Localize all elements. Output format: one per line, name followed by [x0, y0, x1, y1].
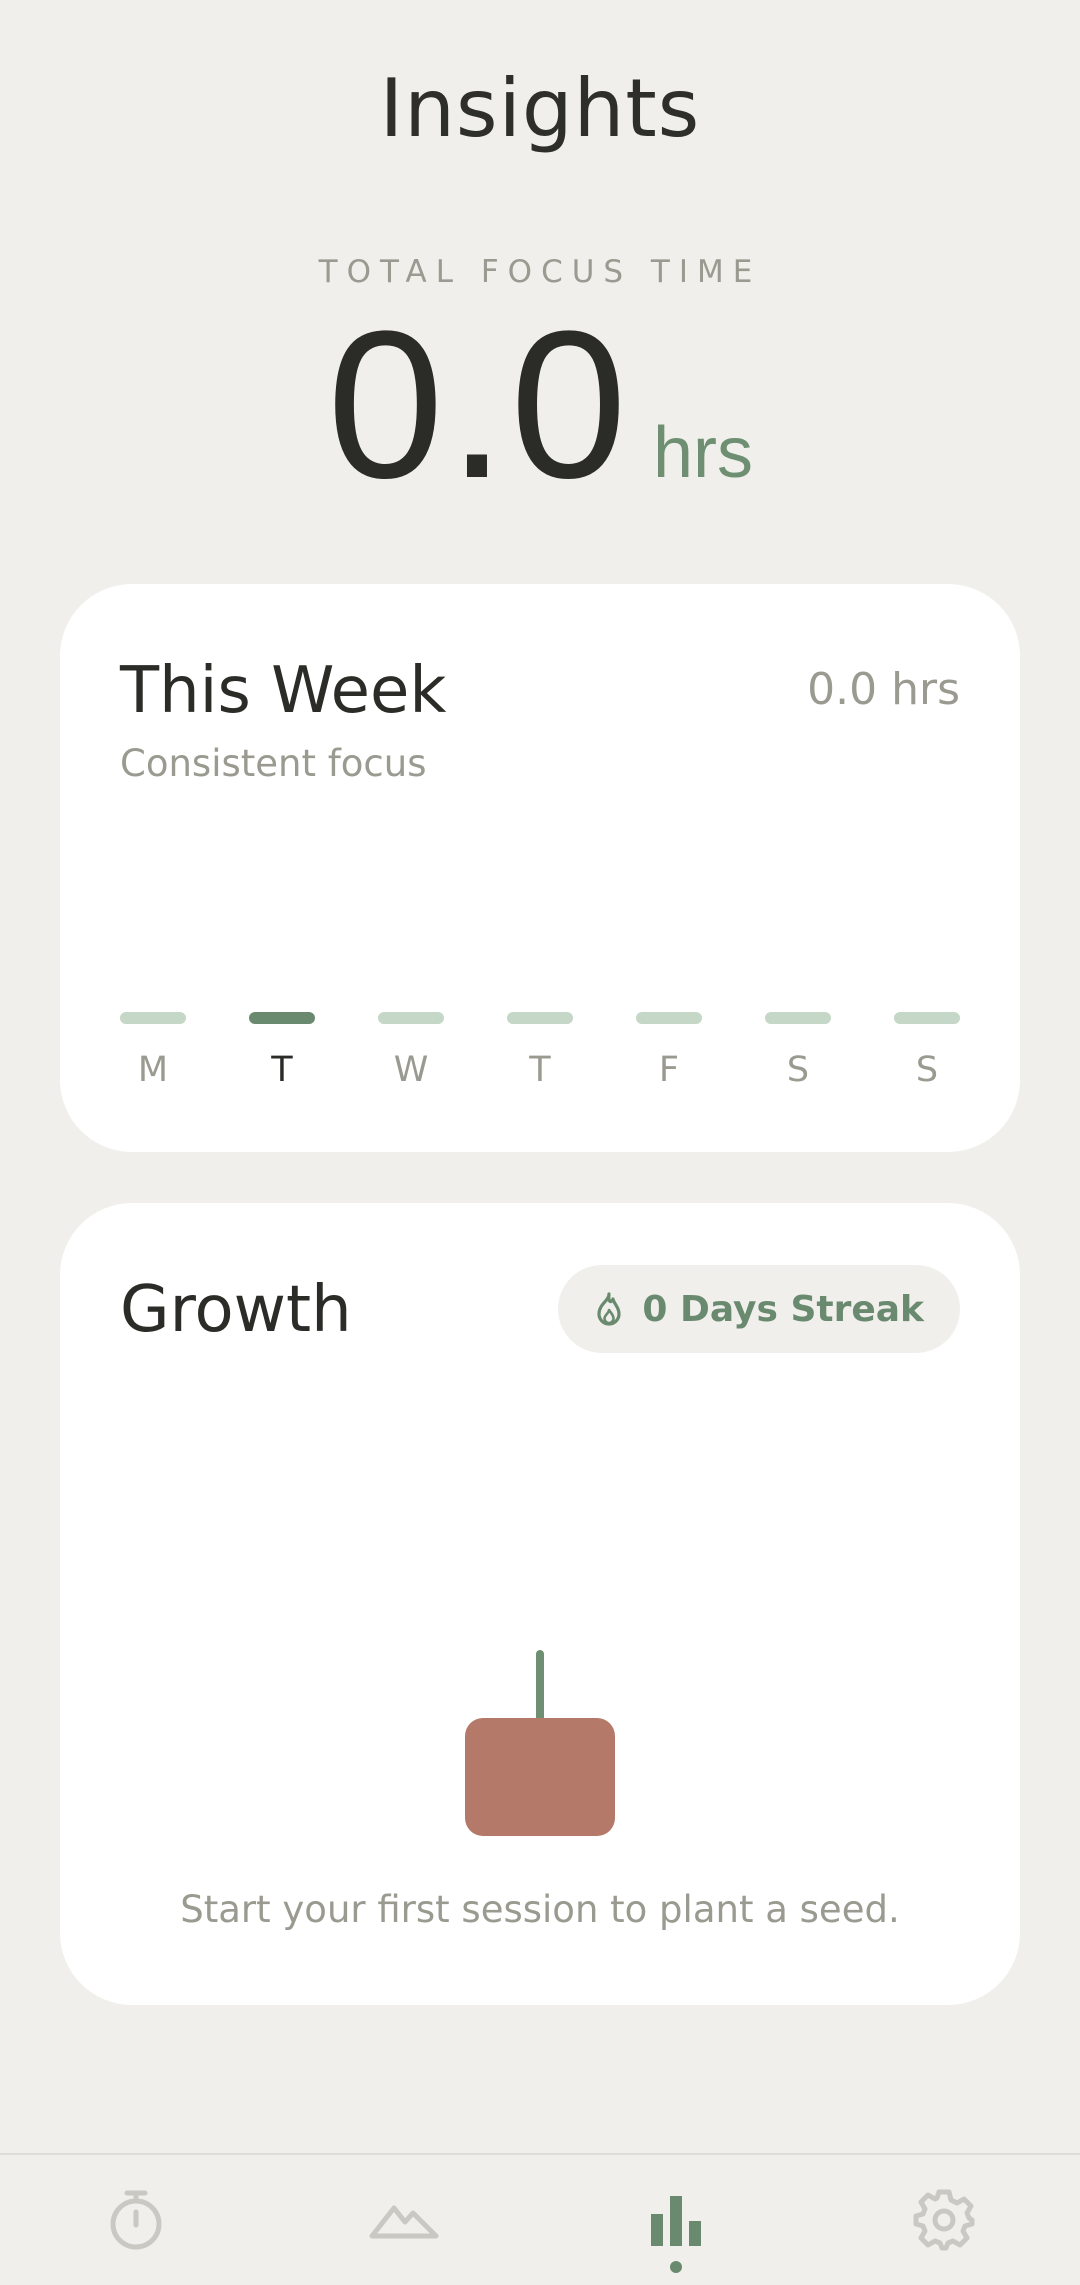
nav-timer[interactable]	[96, 2185, 176, 2255]
plant-pot-illustration	[465, 1650, 615, 1836]
nav-garden[interactable]	[364, 2185, 444, 2255]
growth-card: Growth 0 Days Streak Start your first se…	[60, 1203, 1020, 2005]
day-bar	[378, 1012, 444, 1024]
day-label: F	[658, 1050, 680, 1090]
weekday-bars: M T W T F S S	[120, 1012, 960, 1090]
this-week-card: This Week Consistent focus 0.0 hrs M T W…	[60, 584, 1020, 1152]
day-monday: M	[120, 1012, 186, 1090]
day-wednesday: W	[378, 1012, 444, 1090]
total-focus-value: 0.0	[327, 287, 631, 522]
day-tuesday: T	[249, 1012, 315, 1090]
page-title: Insights	[379, 62, 701, 155]
day-bar	[894, 1012, 960, 1024]
nav-insights[interactable]	[636, 2185, 716, 2255]
stopwatch-icon	[110, 2190, 162, 2250]
streak-badge: 0 Days Streak	[558, 1265, 960, 1353]
plant-pot	[465, 1718, 615, 1836]
day-friday: F	[636, 1012, 702, 1090]
day-label: M	[137, 1050, 169, 1090]
day-label: W	[393, 1050, 429, 1090]
this-week-title: This Week	[120, 654, 447, 728]
day-label: S	[915, 1050, 939, 1090]
total-focus-display: 0.0 hrs	[0, 300, 1080, 510]
this-week-subtitle: Consistent focus	[120, 742, 427, 785]
gear-icon	[913, 2189, 975, 2251]
day-thursday: T	[507, 1012, 573, 1090]
day-label: T	[529, 1050, 551, 1090]
plant-stem	[536, 1650, 544, 1722]
day-label: S	[786, 1050, 810, 1090]
day-bar-active	[249, 1012, 315, 1024]
growth-title: Growth	[120, 1273, 352, 1347]
streak-text: 0 Days Streak	[642, 1288, 924, 1330]
this-week-total: 0.0 hrs	[807, 664, 960, 715]
mountain-icon	[369, 2205, 439, 2239]
total-focus-label: TOTAL FOCUS TIME	[318, 254, 762, 290]
bar-chart-icon	[651, 2196, 701, 2246]
day-bar	[765, 1012, 831, 1024]
day-saturday: S	[765, 1012, 831, 1090]
total-focus-unit: hrs	[652, 413, 753, 493]
day-sunday: S	[894, 1012, 960, 1090]
day-bar	[636, 1012, 702, 1024]
nav-settings[interactable]	[904, 2185, 984, 2255]
growth-caption: Start your first session to plant a seed…	[180, 1888, 900, 1931]
day-label-active: T	[271, 1050, 293, 1090]
day-bar	[120, 1012, 186, 1024]
day-bar	[507, 1012, 573, 1024]
bottom-navigation	[0, 2153, 1080, 2285]
nav-active-indicator	[670, 2261, 682, 2273]
flame-icon	[597, 1292, 621, 1326]
